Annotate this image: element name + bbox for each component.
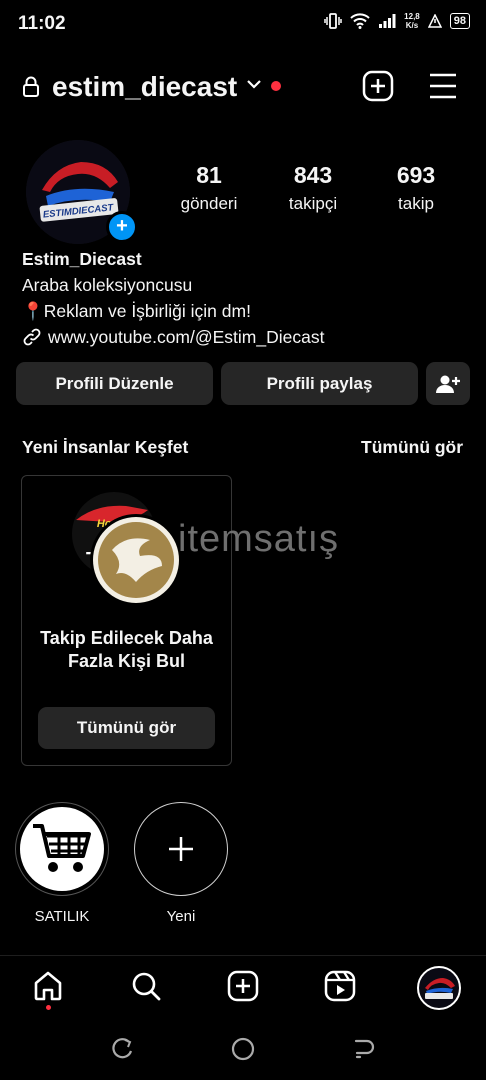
highlight-label: Yeni	[166, 908, 196, 925]
status-icons: 12,8 K/s 98	[324, 12, 470, 30]
posts-count[interactable]: 81 gönderi	[159, 162, 259, 214]
card-see-all-button[interactable]: Tümünü gör	[38, 707, 215, 749]
search-icon[interactable]	[130, 970, 162, 1002]
system-nav-bar	[0, 1017, 486, 1080]
bio-line: 📍Reklam ve İşbirliği için dm!	[22, 301, 251, 321]
profile-bio: Estim_Diecast Araba koleksiyoncusu 📍Rekl…	[22, 246, 324, 350]
notification-dot	[271, 81, 281, 91]
alert-icon	[427, 14, 442, 28]
share-profile-button[interactable]: Profili paylaş	[221, 362, 418, 405]
chevron-down-icon[interactable]	[246, 78, 262, 90]
reels-icon[interactable]	[324, 970, 356, 1002]
highlight-label: SATILIK	[34, 908, 90, 925]
highlight-satilik[interactable]: SATILIK	[15, 802, 109, 925]
discover-title: Yeni İnsanlar Keşfet	[22, 437, 189, 457]
new-highlight-circle	[134, 802, 228, 896]
new-post-icon[interactable]	[362, 70, 394, 102]
watermark-text: itemsatış	[178, 518, 340, 560]
home-button-icon[interactable]	[231, 1037, 255, 1061]
home-icon[interactable]	[32, 970, 64, 1002]
profile-name: Estim_Diecast	[22, 249, 142, 269]
recent-apps-icon[interactable]	[110, 1037, 134, 1061]
highlight-cover	[15, 802, 109, 896]
following-count[interactable]: 693 takip	[366, 162, 466, 214]
menu-icon[interactable]	[428, 72, 458, 100]
vibrate-icon	[324, 13, 342, 29]
wifi-icon	[350, 13, 370, 29]
back-icon[interactable]	[352, 1037, 376, 1061]
lock-icon	[23, 76, 39, 97]
bottom-nav	[0, 955, 486, 1018]
status-time: 11:02	[18, 13, 66, 34]
add-story-button[interactable]: +	[106, 211, 138, 243]
pin-icon: 📍	[22, 301, 44, 321]
home-notification-dot	[46, 1005, 51, 1010]
username-switcher[interactable]: estim_diecast	[52, 71, 237, 103]
signal-icon	[379, 14, 396, 28]
card-title: Takip Edilecek Daha Fazla Kişi Bul	[40, 628, 213, 671]
add-person-icon	[436, 375, 460, 393]
plus-icon	[169, 837, 193, 861]
discover-people-button[interactable]	[426, 362, 470, 405]
suggested-avatars: Hot T	[72, 492, 182, 606]
followers-count[interactable]: 843 takipçi	[263, 162, 363, 214]
status-bar: 11:02 12,8 K/s 98	[0, 0, 486, 48]
new-highlight-button[interactable]: Yeni	[134, 802, 228, 925]
shopping-cart-icon	[33, 824, 91, 872]
link-icon	[23, 328, 41, 346]
discover-see-all-link[interactable]: Tümünü gör	[361, 437, 463, 458]
bio-line: Araba koleksiyoncusu	[22, 275, 193, 295]
create-icon[interactable]	[227, 970, 259, 1002]
profile-link[interactable]: www.youtube.com/@Estim_Diecast	[22, 324, 324, 350]
network-speed: 12,8 K/s	[404, 12, 420, 30]
profile-tab-avatar[interactable]	[417, 966, 461, 1010]
battery-indicator: 98	[449, 13, 470, 29]
edit-profile-button[interactable]: Profili Düzenle	[16, 362, 213, 405]
